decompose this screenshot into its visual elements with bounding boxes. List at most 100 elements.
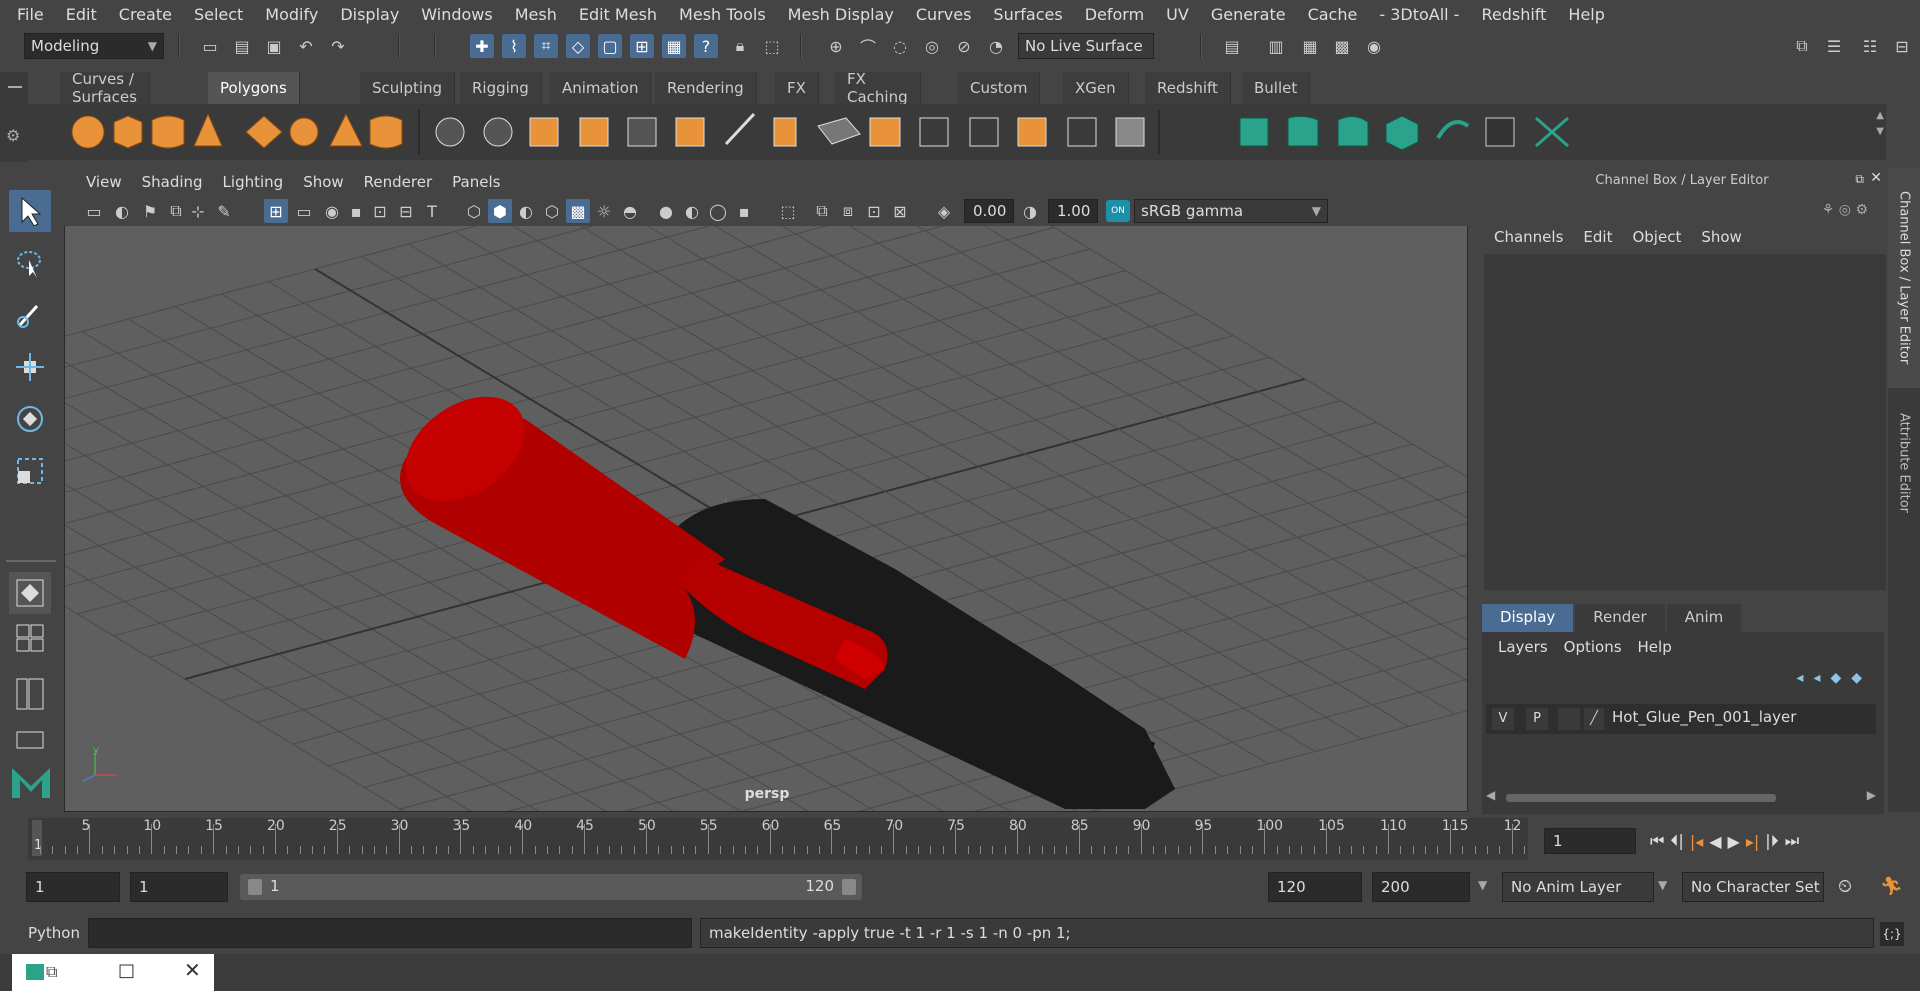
layer-tab-display[interactable]: Display (1482, 604, 1574, 632)
uv-planar-icon[interactable] (1239, 117, 1269, 147)
channel-box-toggle-icon[interactable]: ☷ (1858, 34, 1882, 58)
viewport-persp[interactable]: y persp (64, 168, 1468, 812)
shelf-tab-curves-surfaces[interactable]: Curves / Surfaces (60, 70, 150, 106)
shelf-tab-xgen[interactable]: XGen (1063, 72, 1129, 104)
menu-3dtoall[interactable]: - 3DtoAll - (1368, 5, 1470, 24)
motion-blur-icon[interactable]: ◐ (680, 199, 704, 223)
smooth-icon[interactable] (579, 117, 609, 147)
layer-visibility-toggle[interactable]: V (1492, 708, 1514, 730)
character-set-field[interactable]: No Character Set (1682, 872, 1824, 902)
snap-grid-icon[interactable]: ⊕ (824, 34, 848, 58)
uv-unfold-icon[interactable] (1436, 120, 1470, 140)
menu-mesh[interactable]: Mesh (504, 5, 568, 24)
poly-cube-icon[interactable] (113, 115, 143, 149)
select-vertex-icon[interactable]: ◇ (566, 34, 590, 58)
end-frame-field[interactable]: 200 (1372, 872, 1470, 902)
viewport-menu-shading[interactable]: Shading (132, 173, 213, 191)
extrude-icon[interactable] (773, 117, 797, 147)
camera-attr-icon[interactable]: ◐ (110, 199, 134, 223)
select-component-icon[interactable]: ⌗ (534, 34, 558, 58)
ipr-render-icon[interactable]: ▦ (1298, 34, 1322, 58)
four-view-layout-icon[interactable] (9, 620, 51, 656)
image-plane-icon[interactable]: ⧉ (164, 199, 188, 223)
poly-sphere-icon[interactable] (71, 115, 105, 149)
time-slider[interactable]: 1 5 10 15 20 25 30 35 40 45 50 55 60 65 70 75 80 85 90 95 1… (28, 818, 1528, 860)
layer-tab-anim[interactable]: Anim (1666, 604, 1742, 632)
paint-select-tool-icon[interactable] (9, 294, 51, 336)
animation-prefs-icon[interactable]: 🏃︎ (1880, 876, 1903, 897)
smooth-shading-icon[interactable]: ⬢ (488, 199, 512, 223)
menu-cache[interactable]: Cache (1297, 5, 1369, 24)
snap-live-icon[interactable]: ◔ (984, 34, 1008, 58)
menu-deform[interactable]: Deform (1074, 5, 1155, 24)
reduce-icon[interactable] (627, 117, 657, 147)
menu-curves[interactable]: Curves (905, 5, 983, 24)
step-back-key-icon[interactable]: |◂ (1690, 832, 1703, 851)
redo-icon[interactable]: ↷ (326, 34, 350, 58)
snap-surface-icon[interactable]: ⊘ (952, 34, 976, 58)
command-input[interactable] (88, 918, 692, 948)
menu-surfaces[interactable]: Surfaces (982, 5, 1073, 24)
menu-redshift[interactable]: Redshift (1470, 5, 1557, 24)
layer-row[interactable]: V P ╱ Hot_Glue_Pen_001_layer (1486, 704, 1876, 734)
gamma-field[interactable]: 1.00 (1048, 199, 1098, 223)
lasso-tool-icon[interactable] (9, 242, 51, 284)
shelf-tab-fx-caching[interactable]: FX Caching (835, 70, 921, 106)
start-frame-field[interactable]: 1 (26, 872, 120, 902)
tab-channel-box[interactable]: Channel Box / Layer Editor (1888, 168, 1920, 388)
xray-icon[interactable]: ▩ (566, 199, 590, 223)
channel-box-options-icon[interactable]: ⚘ ◎ ⚙ (1822, 202, 1868, 218)
menu-generate[interactable]: Generate (1200, 5, 1297, 24)
channel-box-menu-edit[interactable]: Edit (1573, 228, 1622, 250)
menu-help[interactable]: Help (1557, 5, 1615, 24)
menu-create[interactable]: Create (108, 5, 183, 24)
uv-editor-icon[interactable] (1485, 117, 1515, 147)
gear-icon[interactable]: ⚙ (6, 126, 20, 145)
shelf-tab-sculpting[interactable]: Sculpting (360, 72, 456, 104)
poly-pyramid-icon[interactable] (329, 112, 363, 147)
select-face-icon[interactable]: ⊞ (630, 34, 654, 58)
xray-active-icon[interactable]: ⧈ (836, 199, 860, 223)
minimized-window[interactable]: ⧉ □ ✕ (12, 954, 214, 991)
frame-all-icon[interactable]: ⊡ (862, 199, 886, 223)
layer-actions-icon[interactable]: ◂◂◆◆ (1796, 670, 1872, 686)
hot-glue-pen-model[interactable] (386, 375, 1175, 809)
open-scene-icon[interactable]: ▤ (230, 34, 254, 58)
go-to-end-icon[interactable]: ⏭ (1785, 831, 1799, 851)
combine-icon[interactable] (435, 117, 465, 147)
separate-icon[interactable] (483, 117, 513, 147)
lights-icon[interactable]: ☼ (592, 199, 616, 223)
uv-cut-sew-icon[interactable] (1535, 116, 1569, 148)
menu-file[interactable]: File (6, 5, 55, 24)
close-window-icon[interactable]: ✕ (184, 958, 201, 982)
scale-tool-icon[interactable] (9, 450, 51, 492)
restore-icon[interactable]: ⧉ (46, 962, 57, 982)
snap-point-icon[interactable]: ◌ (888, 34, 912, 58)
textured-icon[interactable]: ⬡ (540, 199, 564, 223)
new-scene-icon[interactable]: ▭ (198, 34, 222, 58)
workspace-dropdown[interactable]: Modeling ▼ (24, 33, 164, 59)
close-icon[interactable]: ✕ (1870, 170, 1882, 186)
shelf-menu-icon[interactable] (8, 86, 22, 88)
playback-end-field[interactable]: 120 (1268, 872, 1362, 902)
layer-editor-toggle-icon[interactable]: ⊟ (1890, 34, 1914, 58)
shelf-tab-custom[interactable]: Custom (958, 72, 1041, 104)
field-chart-icon[interactable]: ⊡ (368, 199, 392, 223)
poly-cylinder-icon[interactable] (151, 115, 185, 149)
select-uv-icon[interactable]: ▦ (662, 34, 686, 58)
grid-toggle-icon[interactable]: ⊹ (186, 199, 210, 223)
undo-icon[interactable]: ↶ (294, 34, 318, 58)
wireframe-icon[interactable]: ⊞ (264, 199, 288, 223)
chevron-down-icon[interactable]: ▼ (1658, 878, 1667, 892)
film-gate-icon[interactable]: ✎ (212, 199, 236, 223)
help-icon[interactable]: ? (694, 34, 718, 58)
go-to-start-icon[interactable]: ⏮ (1650, 831, 1664, 851)
render-settings-icon[interactable]: ▩ (1330, 34, 1354, 58)
poly-torus-icon[interactable] (289, 117, 319, 147)
hypershade-icon[interactable]: ◉ (1362, 34, 1386, 58)
safe-action-icon[interactable]: ▪ (344, 199, 368, 223)
maximize-icon[interactable]: □ (118, 960, 135, 981)
snap-view-icon[interactable]: ◎ (920, 34, 944, 58)
shelf-tab-rigging[interactable]: Rigging (460, 72, 542, 104)
frame-selected-icon[interactable]: ⊠ (888, 199, 912, 223)
